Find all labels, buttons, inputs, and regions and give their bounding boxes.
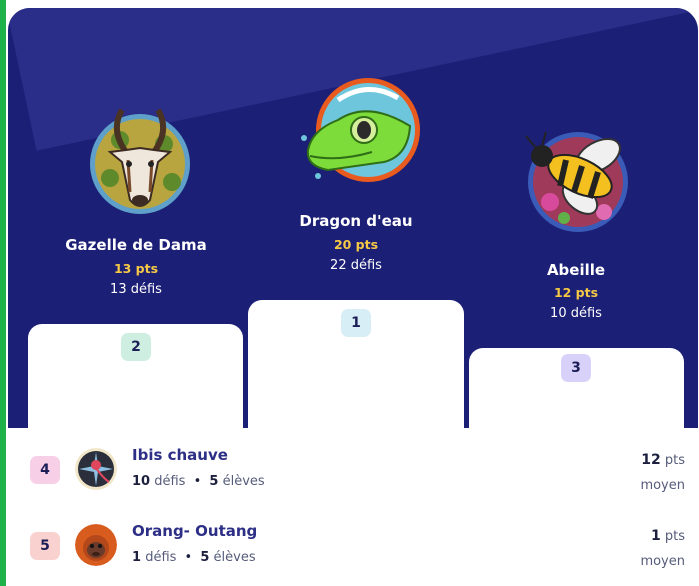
podium-step-1: 1 xyxy=(248,300,464,428)
eleves-count: 5 xyxy=(200,550,210,565)
points-value: 12 xyxy=(641,452,661,468)
team-level: moyen xyxy=(640,554,685,569)
list-item[interactable]: 4 Ibis chauve 10 défis • 5 élèves 12 pts… xyxy=(8,434,698,500)
separator-dot: • xyxy=(184,550,193,565)
gazelle-icon[interactable] xyxy=(80,100,200,220)
team-name: Ibis chauve xyxy=(132,446,228,464)
team-stats: 10 défis • 5 élèves xyxy=(132,474,265,489)
podium-defis-3: 10 défis xyxy=(550,306,602,321)
team-name: Orang- Outang xyxy=(132,522,258,540)
team-stats: 1 défis • 5 élèves xyxy=(132,550,256,565)
defis-count: 1 xyxy=(132,550,142,565)
podium-area: Gazelle de Dama 13 pts 13 défis Dragon d… xyxy=(8,8,698,428)
defis-label: défis xyxy=(145,550,177,565)
water-dragon-icon[interactable] xyxy=(298,70,428,190)
rank-badge-1: 1 xyxy=(341,309,371,337)
podium-points-1: 20 pts xyxy=(333,237,379,252)
leaderboard-card: Gazelle de Dama 13 pts 13 défis Dragon d… xyxy=(8,8,698,586)
ibis-icon xyxy=(75,448,117,490)
rank-badge-2: 2 xyxy=(121,333,151,361)
team-level: moyen xyxy=(640,478,685,493)
defis-label: défis xyxy=(154,474,186,489)
team-points: 12 pts xyxy=(641,452,685,468)
podium-points-2: 13 pts xyxy=(113,261,159,276)
defis-count: 10 xyxy=(132,474,151,489)
list-item[interactable]: 5 Orang- Outang 1 défis • 5 élèves 1 pts… xyxy=(8,510,698,576)
separator-dot: • xyxy=(193,474,202,489)
podium-step-3: 3 xyxy=(469,348,684,428)
eleves-count: 5 xyxy=(209,474,219,489)
bee-icon[interactable] xyxy=(516,120,642,238)
podium-points-3: 12 pts xyxy=(553,285,599,300)
rank-badge-4: 4 xyxy=(30,456,60,484)
rank-badge-5: 5 xyxy=(30,532,60,560)
eleves-label: élèves xyxy=(222,474,265,489)
orangutan-icon xyxy=(75,524,117,566)
podium-name-1: Dragon d'eau xyxy=(299,212,413,230)
team-points: 1 pts xyxy=(651,528,685,544)
points-unit: pts xyxy=(664,529,685,544)
points-value: 1 xyxy=(650,528,661,544)
podium-name-2: Gazelle de Dama xyxy=(65,236,207,254)
rank-badge-3: 3 xyxy=(561,354,591,382)
podium-defis-2: 13 défis xyxy=(110,282,162,297)
points-unit: pts xyxy=(664,453,685,468)
eleves-label: élèves xyxy=(213,550,256,565)
podium-name-3: Abeille xyxy=(546,261,606,279)
podium-step-2: 2 xyxy=(28,324,243,428)
podium-defis-1: 22 défis xyxy=(330,258,382,273)
left-accent-bar xyxy=(0,0,6,586)
